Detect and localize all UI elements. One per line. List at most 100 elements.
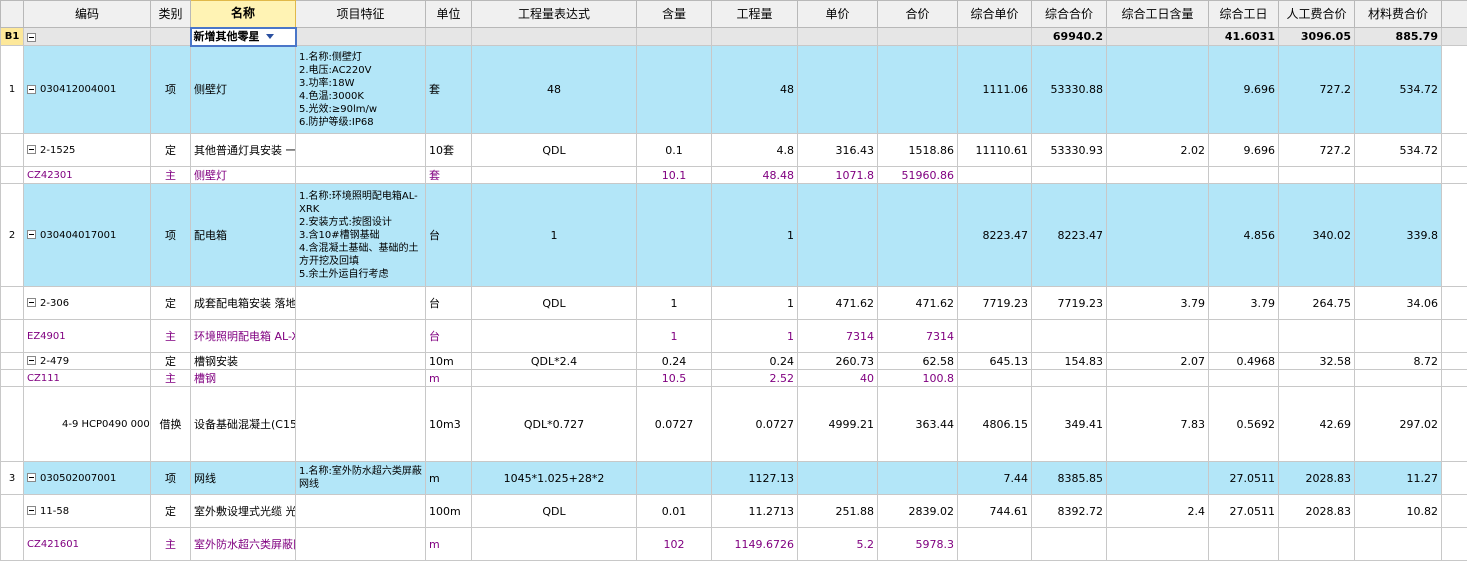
content-cell[interactable]: 1 — [636, 286, 712, 320]
code-cell[interactable]: 4-9 HCP0490 00006 — [23, 386, 151, 462]
unit-cell[interactable]: 台 — [425, 183, 472, 287]
name-cell[interactable]: 网线 — [190, 461, 296, 495]
content-cell[interactable]: 102 — [636, 527, 712, 561]
content-cell[interactable]: 0.0727 — [636, 386, 712, 462]
code-cell[interactable]: 030502007001 — [23, 461, 151, 495]
content-cell[interactable]: 10.5 — [636, 369, 712, 387]
features-cell[interactable]: 1.名称:环境照明配电箱AL-XRK 2.安装方式:按图设计 3.含10#槽钢基… — [295, 183, 426, 287]
content-cell[interactable]: 10.1 — [636, 166, 712, 184]
table-row[interactable]: EZ4901主环境照明配电箱 AL-XRK台1173147314 — [0, 319, 1467, 353]
code-cell[interactable]: CZ42301 — [23, 166, 151, 184]
expr-cell[interactable] — [471, 166, 637, 184]
qty-cell[interactable]: 48 — [711, 45, 798, 134]
name-cell[interactable]: 侧壁灯 — [190, 166, 296, 184]
expr-cell[interactable]: QDL — [471, 286, 637, 320]
code-cell[interactable]: 11-58 — [23, 494, 151, 528]
features-cell[interactable] — [295, 319, 426, 353]
expr-cell[interactable] — [471, 319, 637, 353]
features-cell[interactable]: 1.名称:侧壁灯 2.电压:AC220V 3.功率:18W 4.色温:3000K… — [295, 45, 426, 134]
name-cell[interactable]: 配电箱 — [190, 183, 296, 287]
qty-cell[interactable]: 1 — [711, 183, 798, 287]
minus-box-icon[interactable] — [27, 84, 36, 94]
header-total[interactable]: 合价 — [877, 0, 958, 28]
code-cell[interactable]: EZ4901 — [23, 319, 151, 353]
qty-cell[interactable]: 1 — [711, 319, 798, 353]
qty-cell[interactable]: 1127.13 — [711, 461, 798, 495]
header-content[interactable]: 含量 — [636, 0, 712, 28]
header-comp-labor[interactable]: 综合工日 — [1208, 0, 1279, 28]
group-code-cell[interactable] — [23, 27, 151, 46]
qty-cell[interactable]: 0.0727 — [711, 386, 798, 462]
name-cell[interactable]: 侧壁灯 — [190, 45, 296, 134]
content-cell[interactable]: 1 — [636, 319, 712, 353]
unit-cell[interactable]: 套 — [425, 45, 472, 134]
content-cell[interactable]: 0.1 — [636, 133, 712, 167]
table-row[interactable]: 2-306定成套配电箱安装 落地式台QDL11471.62471.627719.… — [0, 286, 1467, 320]
name-cell[interactable]: 环境照明配电箱 AL-XRK — [190, 319, 296, 353]
qty-cell[interactable]: 2.52 — [711, 369, 798, 387]
expr-cell[interactable]: 48 — [471, 45, 637, 134]
code-cell[interactable]: CZ421601 — [23, 527, 151, 561]
code-cell[interactable]: 2-1525 — [23, 133, 151, 167]
expr-cell[interactable]: 1045*1.025+28*2 — [471, 461, 637, 495]
qty-cell[interactable]: 0.24 — [711, 352, 798, 370]
unit-cell[interactable]: 10m3 — [425, 386, 472, 462]
group-row[interactable]: B1 新增其他零星 69940.2 41.6031 3096.05 885.79 — [0, 26, 1467, 47]
header-code[interactable]: 编码 — [23, 0, 151, 28]
content-cell[interactable] — [636, 461, 712, 495]
qty-cell[interactable]: 1 — [711, 286, 798, 320]
table-row[interactable]: CZ421601 主室外防水超六类屏蔽网线 m 1021149.67265.25978… — [0, 527, 1467, 561]
minus-box-icon[interactable] — [27, 298, 36, 307]
minus-box-icon[interactable] — [27, 473, 36, 482]
features-cell[interactable] — [295, 494, 426, 528]
unit-cell[interactable]: 100m — [425, 494, 472, 528]
features-cell[interactable] — [295, 386, 426, 462]
code-cell[interactable]: 2-306 — [23, 286, 151, 320]
header-material-total[interactable]: 材料费合价 — [1354, 0, 1442, 28]
unit-cell[interactable]: m — [425, 527, 472, 561]
chevron-down-icon[interactable] — [265, 34, 274, 40]
expr-cell[interactable]: QDL — [471, 494, 637, 528]
unit-cell[interactable]: 台 — [425, 286, 472, 320]
header-labor-total[interactable]: 人工费合价 — [1278, 0, 1355, 28]
header-unit[interactable]: 单位 — [425, 0, 472, 28]
name-cell[interactable]: 室外敷设埋式光缆 光缆(芯以下) 12 — [190, 494, 296, 528]
code-cell[interactable]: CZ111 — [23, 369, 151, 387]
code-cell[interactable]: 030404017001 — [23, 183, 151, 287]
features-cell[interactable] — [295, 352, 426, 370]
table-row[interactable]: 4-9 HCP0490 00006借换设备基础混凝土(C15-40 (32.5水… — [0, 386, 1467, 462]
qty-cell[interactable]: 1149.6726 — [711, 527, 798, 561]
expr-cell[interactable]: QDL*2.4 — [471, 352, 637, 370]
table-row[interactable]: 2 030404017001 项配电箱 1.名称:环境照明配电箱AL-XRK 2.安装… — [0, 183, 1467, 287]
minus-box-icon[interactable] — [27, 145, 36, 154]
minus-box-icon[interactable] — [27, 506, 36, 515]
expr-cell[interactable] — [471, 527, 637, 561]
header-qty[interactable]: 工程量 — [711, 0, 798, 28]
name-cell[interactable]: 成套配电箱安装 落地式 — [190, 286, 296, 320]
unit-cell[interactable]: m — [425, 461, 472, 495]
table-row[interactable]: 2-1525 定其他普通灯具安装 一般壁灯 10套QDL0.14.8316.4315… — [0, 133, 1467, 167]
name-cell[interactable]: 其他普通灯具安装 一般壁灯 — [190, 133, 296, 167]
name-cell[interactable]: 槽钢安装 — [190, 352, 296, 370]
features-cell[interactable] — [295, 286, 426, 320]
unit-cell[interactable]: m — [425, 369, 472, 387]
header-comp-labor-content[interactable]: 综合工日含量 — [1106, 0, 1209, 28]
qty-cell[interactable]: 4.8 — [711, 133, 798, 167]
name-cell[interactable]: 设备基础混凝土(C15-40 (32.5水泥) 现浇碎石砼) 换为【C30商品砼… — [190, 386, 296, 462]
group-name-cell[interactable]: 新增其他零星 — [189, 26, 297, 47]
header-price[interactable]: 单价 — [797, 0, 878, 28]
code-cell[interactable]: 030412004001 — [23, 45, 151, 134]
content-cell[interactable] — [636, 183, 712, 287]
unit-cell[interactable]: 套 — [425, 166, 472, 184]
content-cell[interactable] — [636, 45, 712, 134]
expr-cell[interactable] — [471, 369, 637, 387]
minus-box-icon[interactable] — [27, 356, 36, 365]
table-row[interactable]: 1 030412004001 项侧壁灯 1.名称:侧壁灯 2.电压:AC220V 3.… — [0, 45, 1467, 134]
minus-box-icon[interactable] — [27, 230, 36, 239]
header-comp-price[interactable]: 综合单价 — [957, 0, 1032, 28]
unit-cell[interactable]: 台 — [425, 319, 472, 353]
content-cell[interactable]: 0.01 — [636, 494, 712, 528]
header-type[interactable]: 类别 — [150, 0, 191, 28]
expr-cell[interactable]: QDL — [471, 133, 637, 167]
table-row[interactable]: CZ111 主槽钢 m 10.5 2.52 40 100.8 — [0, 369, 1467, 387]
